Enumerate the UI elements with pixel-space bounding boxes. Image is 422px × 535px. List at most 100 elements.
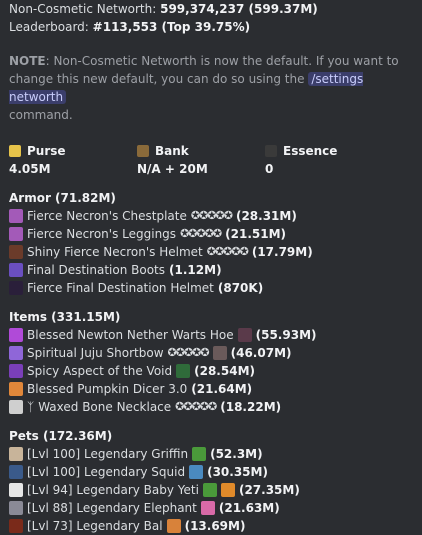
pets-item: [Lvl 94] Legendary Baby Yeti (27.35M): [9, 481, 422, 499]
items-item: Blessed Pumpkin Dicer 3.0 (21.64M): [9, 380, 422, 398]
carrot-icon: [220, 483, 235, 497]
item-value: (46.07M): [230, 346, 292, 360]
item-name: Blessed Pumpkin Dicer 3.0: [27, 382, 188, 396]
squid-head-icon: [9, 465, 23, 479]
hoe-icon: [9, 328, 23, 342]
item-value: (13.69M): [184, 519, 246, 533]
stat-value: 0: [265, 162, 274, 176]
note-label: NOTE: [9, 54, 46, 68]
pets-title: Pets (172.36M): [9, 429, 113, 443]
item-value: (21.64M): [191, 382, 253, 396]
stat-label: Bank: [137, 142, 265, 160]
star-rating: ✪✪✪✪✪: [190, 209, 233, 222]
networth-label: Non-Cosmetic Networth:: [9, 2, 157, 16]
armor-item: Fierce Final Destination Helmet (870K): [9, 279, 422, 297]
bow-icon: [9, 346, 23, 360]
item-name: [Lvl 100] Legendary Griffin: [27, 447, 189, 461]
item-value: (55.93M): [255, 328, 317, 342]
armor-item: Shiny Fierce Necron's Helmet ✪✪✪✪✪ (17.79M…: [9, 243, 422, 261]
item-name: Fierce Necron's Leggings: [27, 227, 177, 241]
item-value: (18.22M): [220, 400, 282, 414]
pets-item: [Lvl 100] Legendary Griffin (52.3M): [9, 445, 422, 463]
helmet-icon: [9, 245, 23, 259]
default-note: NOTE: Non-Cosmetic Networth is now the d…: [9, 52, 404, 124]
yeti-head-icon: [9, 483, 23, 497]
shovel-icon: [9, 364, 23, 378]
networth-embed: Non-Cosmetic Networth: 599,374,237 (599.…: [0, 0, 422, 535]
leaderboard-value: #113,553 (Top 39.75%): [92, 20, 251, 34]
star-rating: ✪✪✪✪✪: [167, 346, 210, 359]
item-name: Spiritual Juju Shortbow: [27, 346, 164, 360]
note-tail: command.: [9, 108, 73, 122]
item-value: (17.79M): [251, 245, 313, 259]
networth-value: 599,374,237 (599.37M): [160, 2, 318, 16]
item-name: Waxed Bone Necklace: [38, 400, 172, 414]
item-value: (52.3M): [210, 447, 263, 461]
axe-icon: [9, 382, 23, 396]
item-name: [Lvl 73] Legendary Bal: [27, 519, 163, 533]
stat-value: N/A + 20M: [137, 162, 208, 176]
pets-item: [Lvl 88] Legendary Elephant (21.63M): [9, 499, 422, 517]
item-name: Blessed Newton Nether Warts Hoe: [27, 328, 234, 342]
leaderboard-label: Leaderboard:: [9, 20, 89, 34]
enderman-head-icon: [9, 281, 23, 295]
items-list: Blessed Newton Nether Warts Hoe (55.93M) S…: [9, 326, 422, 416]
item-name: [Lvl 88] Legendary Elephant: [27, 501, 197, 515]
boots-icon: [9, 263, 23, 277]
armor-list: Fierce Necron's Chestplate ✪✪✪✪✪ (28.31M) F…: [9, 207, 422, 297]
stat-label-text: Essence: [283, 144, 338, 158]
armor-title: Armor (71.82M): [9, 191, 116, 205]
items-item: Spicy Aspect of the Void (28.54M): [9, 362, 422, 380]
nether-wart-block-icon: [237, 328, 252, 342]
stat-value: 4.05M: [9, 162, 51, 176]
items-item: Blessed Newton Nether Warts Hoe (55.93M): [9, 326, 422, 344]
bone-necklace-icon: [9, 400, 23, 414]
green-block-icon: [192, 447, 207, 461]
stats-row: Purse 4.05M Bank N/A + 20M Essence 0: [9, 142, 422, 178]
stat-purse: Purse 4.05M: [9, 142, 137, 178]
stat-label-text: Purse: [27, 144, 66, 158]
item-name: Fierce Final Destination Helmet: [27, 281, 214, 295]
star-rating: ✪✪✪✪✪: [175, 400, 217, 413]
stat-label-text: Bank: [155, 144, 189, 158]
item-name: Final Destination Boots: [27, 263, 166, 277]
pink-tool-icon: [200, 501, 215, 515]
chestplate-icon: [9, 209, 23, 223]
green-gem-icon: [176, 364, 191, 378]
items-item: ᛉ Waxed Bone Necklace ✪✪✪✪✪ (18.22M): [9, 398, 422, 416]
armor-item: Fierce Necron's Chestplate ✪✪✪✪✪ (28.31M): [9, 207, 422, 225]
armor-item: Final Destination Boots (1.12M): [9, 261, 422, 279]
stat-bank: Bank N/A + 20M: [137, 142, 265, 178]
item-name: [Lvl 100] Legendary Squid: [27, 465, 186, 479]
item-value: (28.54M): [194, 364, 255, 378]
item-name: Shiny Fierce Necron's Helmet: [27, 245, 203, 259]
stat-label: Purse: [9, 142, 137, 160]
item-value: (30.35M): [207, 465, 268, 479]
pets-item: [Lvl 73] Legendary Bal (13.69M): [9, 517, 422, 535]
armor-item: Fierce Necron's Leggings ✪✪✪✪✪ (21.51M): [9, 225, 422, 243]
item-value: (1.12M): [169, 263, 222, 277]
item-value: (27.35M): [238, 483, 300, 497]
pets-list: [Lvl 100] Legendary Griffin (52.3M) [Lvl 1…: [9, 445, 422, 535]
stat-essence: Essence 0: [265, 142, 393, 178]
item-name: [Lvl 94] Legendary Baby Yeti: [27, 483, 199, 497]
item-value: (28.31M): [235, 209, 297, 223]
item-value: (21.51M): [225, 227, 287, 241]
green-block-icon: [202, 483, 217, 497]
item-value: (870K): [217, 281, 264, 295]
soul-block-icon: [212, 346, 227, 360]
item-name: Spicy Aspect of the Void: [27, 364, 173, 378]
item-name: Fierce Necron's Chestplate: [27, 209, 187, 223]
item-value: (21.63M): [218, 501, 280, 515]
pets-item: [Lvl 100] Legendary Squid (30.35M): [9, 463, 422, 481]
chest-icon: [137, 145, 149, 157]
griffin-head-icon: [9, 447, 23, 461]
stat-label: Essence: [265, 142, 393, 160]
star-rating: ✪✪✪✪✪: [206, 245, 249, 258]
gold-ingot-icon: [9, 145, 21, 157]
items-title: Items (331.15M): [9, 310, 121, 324]
fishing-rod-icon: [189, 465, 204, 479]
networth-line: Non-Cosmetic Networth: 599,374,237 (599.…: [9, 0, 422, 18]
rune-prefix: ᛉ: [27, 400, 35, 414]
leggings-icon: [9, 227, 23, 241]
